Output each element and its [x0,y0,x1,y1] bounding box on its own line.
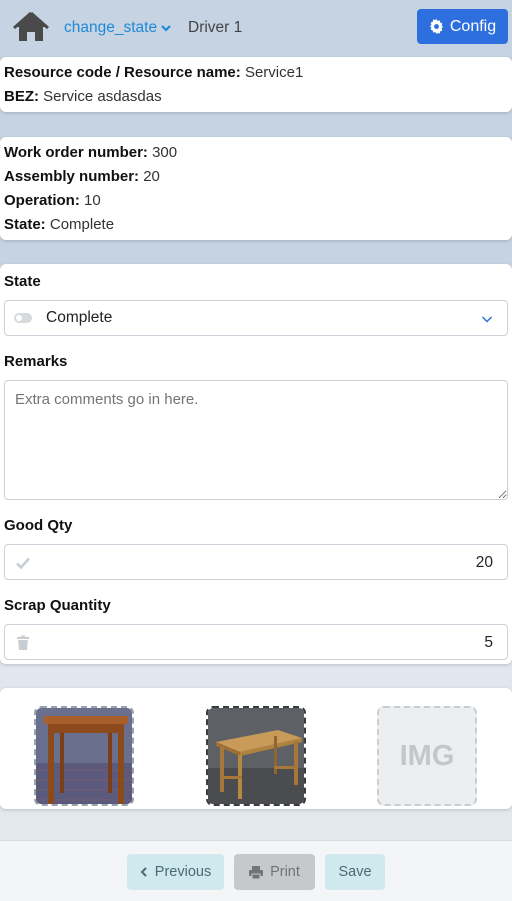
save-button[interactable]: Save [325,854,385,890]
good-qty-label: Good Qty [4,517,73,534]
chevron-down-icon [161,25,171,32]
previous-button[interactable]: Previous [127,854,224,890]
table-photo-2 [208,708,304,804]
home-icon[interactable] [13,11,49,43]
good-qty-value: 20 [475,554,493,571]
state-info-label: State: [4,216,46,233]
top-bar: change_state Driver 1 Config [0,0,512,56]
operation-label: Operation: [4,192,80,209]
chevron-down-icon [482,316,492,323]
operation-value: 10 [84,192,101,209]
assembly-line: Assembly number: 20 [4,165,508,189]
print-button[interactable]: Print [234,854,315,890]
print-label: Print [270,864,300,880]
assembly-value: 20 [143,168,160,185]
state-line: State: Complete [4,213,508,237]
form-card: State Complete Remarks Good Qty 20 Scrap… [0,264,512,664]
config-button[interactable]: Config [417,9,508,44]
state-select[interactable]: Complete [4,300,508,336]
image-placeholder-text: IMG [399,739,455,772]
state-field-label: State [4,273,41,290]
state-info-value: Complete [49,216,115,233]
state-select-value: Complete [46,309,113,326]
scrap-qty-input[interactable]: 5 [4,624,508,660]
config-label: Config [449,17,497,35]
work-order-label: Work order number: [4,144,148,161]
scrap-qty-label: Scrap Quantity [4,597,111,614]
state-menu-label: change_state [64,19,158,36]
footer-bar: Previous Print Save [0,840,512,901]
previous-label: Previous [154,864,212,880]
order-card: Work order number: 300 Assembly number: … [0,137,512,240]
operation-line: Operation: 10 [4,189,508,213]
check-icon [16,557,30,570]
scrap-qty-value: 5 [484,634,493,651]
image-placeholder[interactable]: IMG [377,706,477,806]
resource-code-value: Service1 [244,64,304,81]
product-image-1[interactable] [34,706,134,806]
bez-value: Service asdasdas [43,88,162,105]
work-order-line: Work order number: 300 [4,141,508,165]
toggle-icon [14,313,32,323]
remarks-label: Remarks [4,353,68,370]
print-icon [249,865,264,879]
resource-code-line: Resource code / Resource name: Service1 [4,61,508,85]
save-label: Save [338,864,372,880]
remarks-input[interactable] [4,380,508,500]
work-order-value: 300 [152,144,178,161]
bez-line: BEZ: Service asdasdas [4,85,508,109]
trash-icon [17,635,29,650]
bez-label: BEZ: [4,88,39,105]
assembly-label: Assembly number: [4,168,140,185]
chevron-left-icon [140,867,147,877]
table-photo-1 [36,708,132,804]
good-qty-input[interactable]: 20 [4,544,508,580]
state-menu-link[interactable]: change_state [64,19,172,37]
product-image-2[interactable] [206,706,306,806]
gear-icon [429,19,443,34]
resource-code-label: Resource code / Resource name: [4,64,241,81]
resource-card: Resource code / Resource name: Service1 … [0,57,512,112]
driver-name: Driver 1 [188,19,243,36]
